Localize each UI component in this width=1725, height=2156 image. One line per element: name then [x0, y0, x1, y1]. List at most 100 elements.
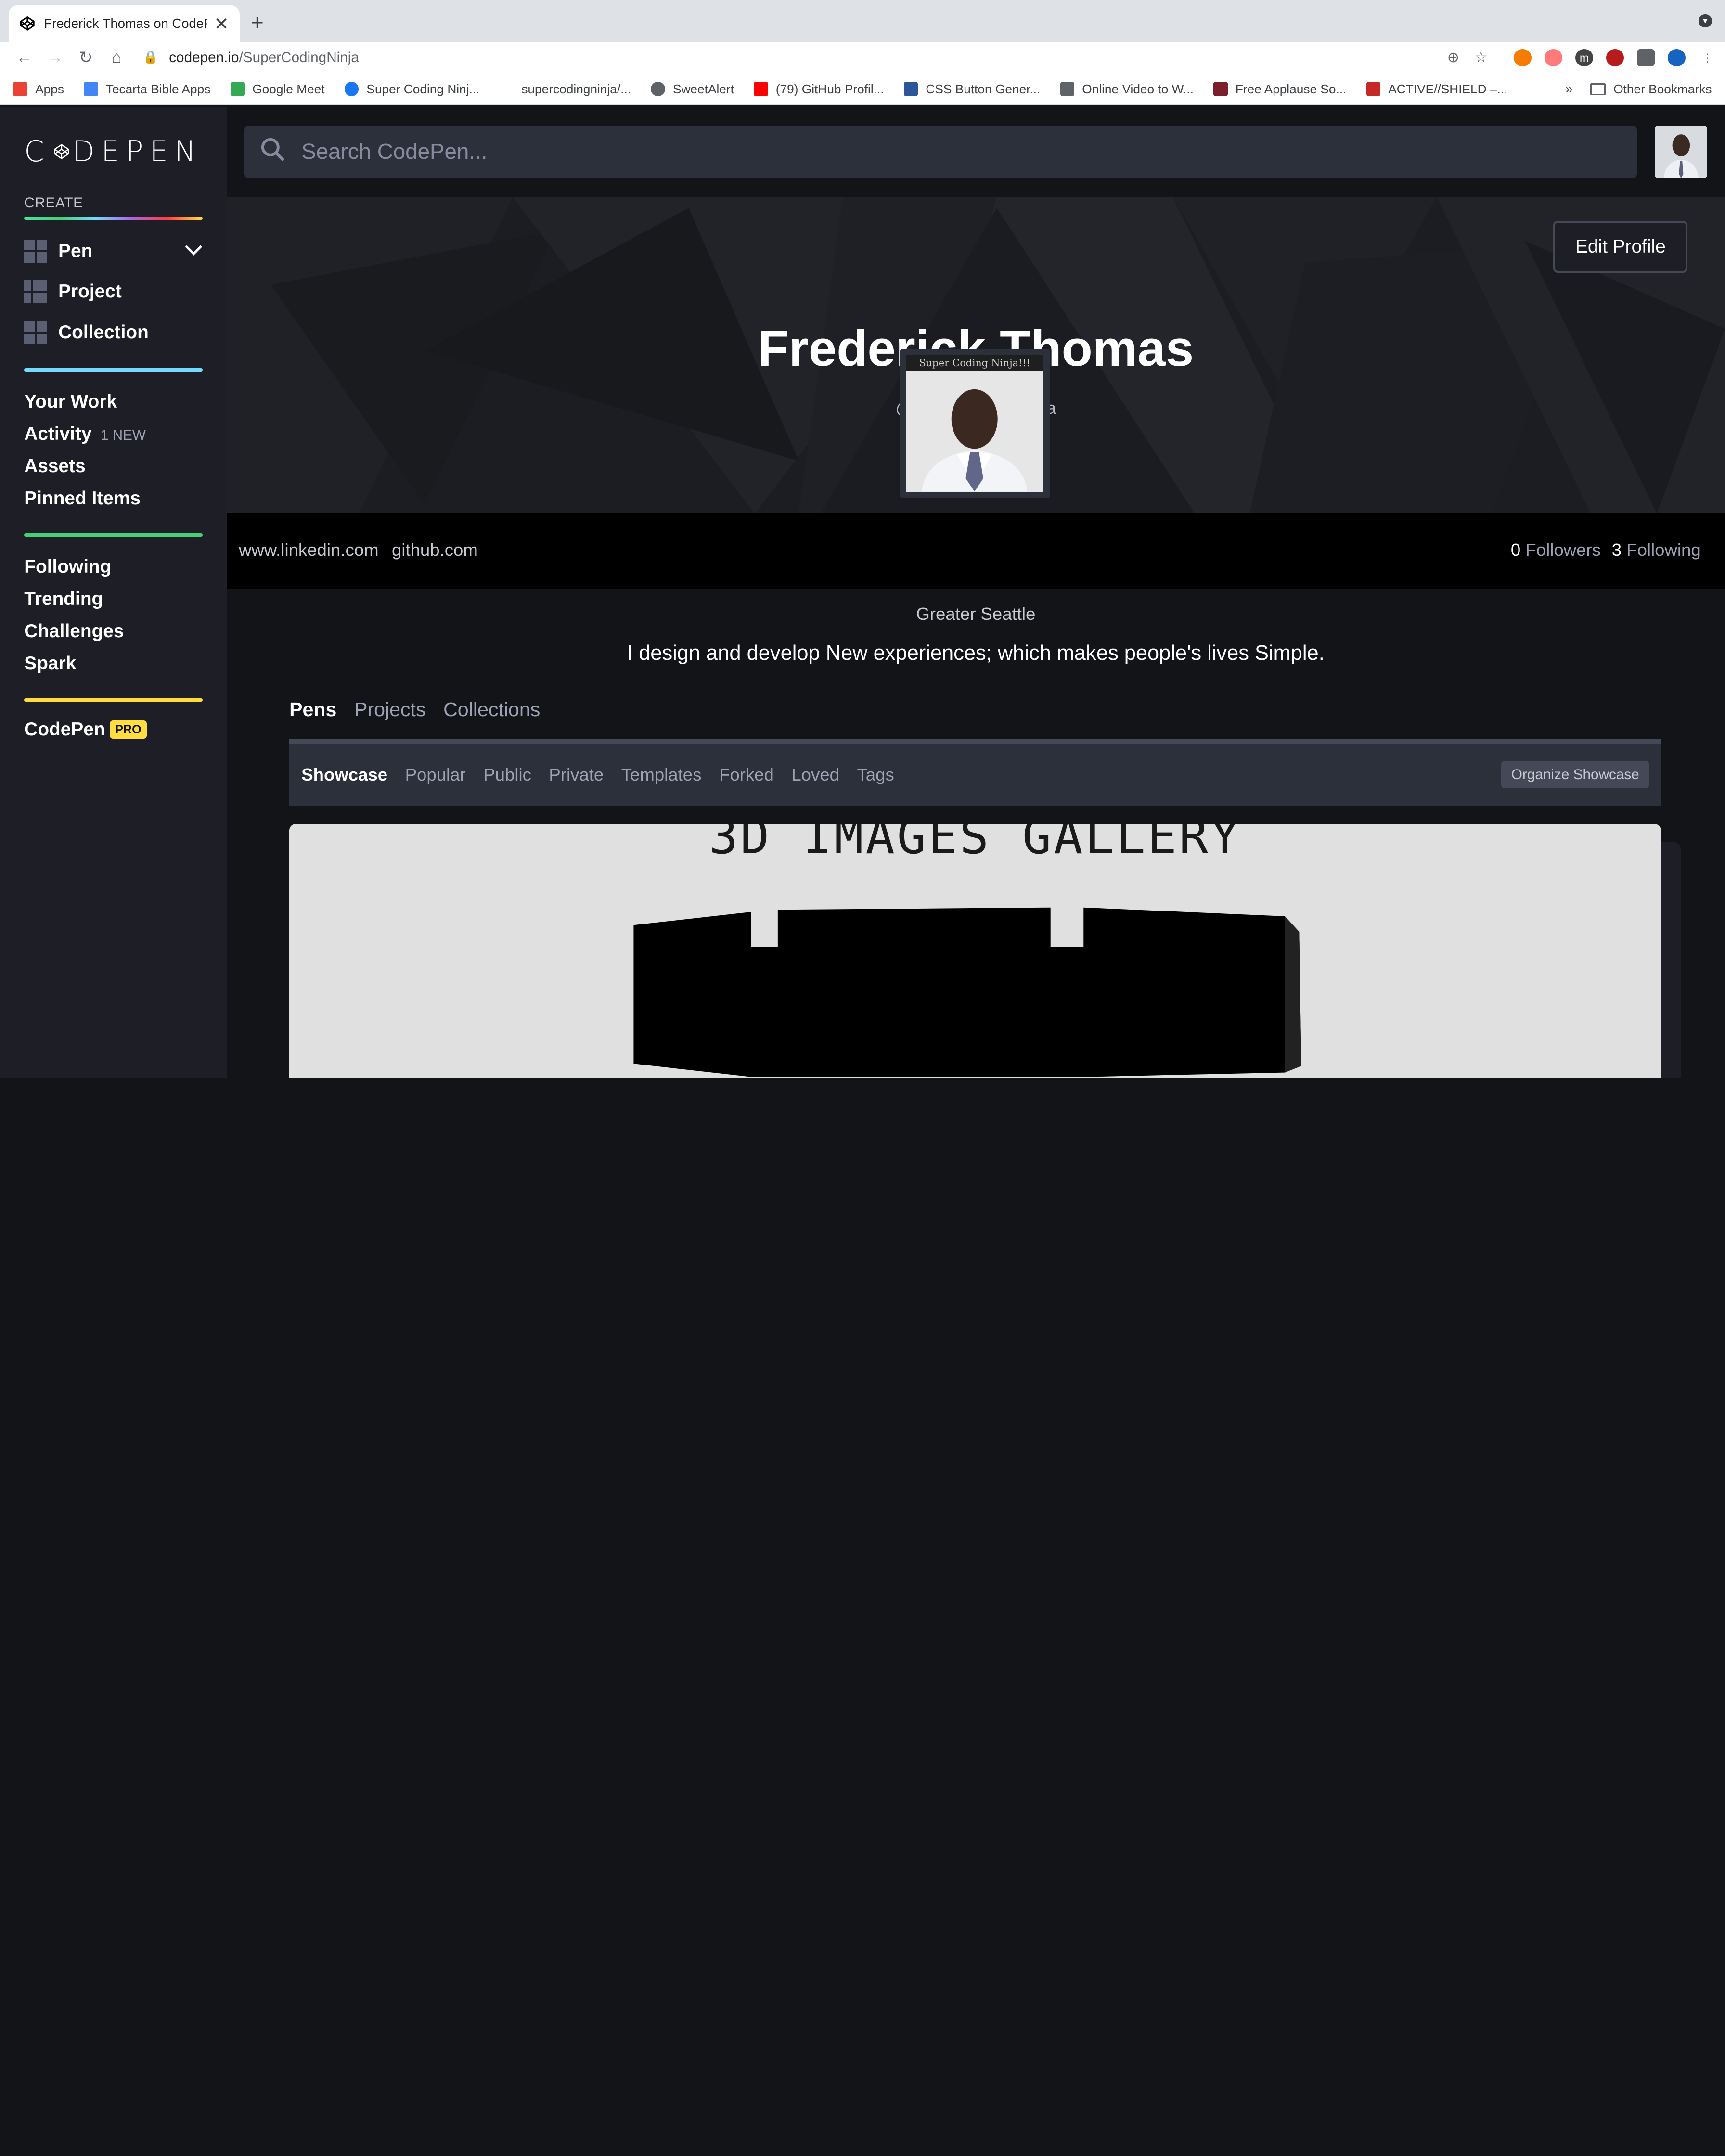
nav-pinned-items[interactable]: Pinned Items — [24, 488, 202, 509]
bookmark-item[interactable]: (79) GitHub Profil... — [754, 82, 884, 97]
tab-collections[interactable]: Collections — [443, 698, 540, 721]
bookmark-favicon-icon — [499, 82, 514, 97]
nav-your-work[interactable]: Your Work — [24, 391, 202, 412]
address-bar[interactable]: 🔒 codepen.io/SuperCodingNinja ⊕ ☆ — [136, 43, 1499, 72]
showcase-title: 3D IMAGES GALLERY — [708, 823, 1242, 865]
bookmark-item[interactable]: Free Applause So... — [1213, 82, 1346, 97]
showcase-pen-preview[interactable]: 3D IMAGES GALLERY — [289, 823, 1661, 1078]
extension-1-icon[interactable] — [1514, 49, 1532, 67]
bookmark-item[interactable]: Online Video to W... — [1060, 82, 1194, 97]
followers-link[interactable]: 0 Followers — [1511, 540, 1601, 560]
section-divider — [24, 698, 203, 702]
nav-activity[interactable]: Activity 1 NEW — [24, 424, 202, 445]
search-input[interactable] — [301, 139, 1622, 165]
nav-spark[interactable]: Spark — [24, 653, 202, 674]
create-pen-button[interactable]: Pen — [24, 239, 203, 263]
search-icon — [259, 136, 286, 167]
subtab-loved[interactable]: Loved — [791, 765, 839, 785]
project-icon — [24, 280, 48, 304]
sidebar: C DEPEN CREATE Pen Project Collection Yo… — [0, 106, 227, 1078]
linkedin-link[interactable]: www.linkedin.com — [239, 540, 379, 560]
subtab-popular[interactable]: Popular — [405, 765, 466, 785]
create-collection-button[interactable]: Collection — [24, 321, 202, 345]
avatar-caption: Super Coding Ninja!!! — [906, 355, 1043, 371]
profile-avatar[interactable]: Super Coding Ninja!!! — [900, 348, 1050, 499]
subtab-private[interactable]: Private — [549, 765, 604, 785]
profile-bio: I design and develop New experiences; wh… — [627, 642, 1325, 665]
youtube-icon — [754, 82, 768, 97]
more-bookmarks-icon[interactable]: » — [1565, 81, 1572, 97]
other-bookmarks[interactable]: Other Bookmarks — [1613, 82, 1712, 97]
following-link[interactable]: 3 Following — [1612, 540, 1701, 560]
extension-4-icon[interactable] — [1606, 49, 1624, 67]
bookmark-item[interactable]: ACTIVE//SHIELD –... — [1366, 82, 1507, 97]
back-icon[interactable]: ← — [9, 48, 39, 67]
bookmark-item[interactable]: Tecarta Bible Apps — [84, 82, 210, 97]
browser-menu-icon[interactable]: ⋮ — [1699, 49, 1716, 67]
apps-grid-icon — [13, 82, 28, 97]
bookmark-item[interactable]: Apps — [13, 82, 64, 97]
chevron-down-icon[interactable] — [185, 242, 203, 260]
tab-projects[interactable]: Projects — [354, 698, 426, 721]
collection-icon — [24, 321, 48, 345]
extension-3-icon[interactable]: m — [1575, 49, 1593, 67]
lock-icon: 🔒 — [143, 51, 158, 64]
bookmarks-bar: Apps Tecarta Bible Apps Google Meet Supe… — [0, 74, 1725, 106]
new-badge: 1 NEW — [100, 427, 146, 444]
puzzle-icon[interactable] — [1637, 49, 1655, 67]
bookmark-item[interactable]: CSS Button Gener... — [903, 82, 1040, 97]
subtab-forked[interactable]: Forked — [719, 765, 774, 785]
browser-tabbar: Frederick Thomas on CodePen ✕ + ▾ — [0, 0, 1725, 42]
pen-icon — [24, 239, 48, 263]
create-project-button[interactable]: Project — [24, 280, 202, 304]
bookmark-favicon-icon — [84, 82, 98, 97]
showcase-card-shadow — [1661, 841, 1681, 1078]
bookmark-star-icon[interactable]: ☆ — [1475, 49, 1488, 66]
user-avatar-button[interactable] — [1654, 125, 1708, 179]
folder-icon — [1590, 83, 1606, 95]
content-tabs: Pens Projects Collections — [289, 698, 1725, 721]
bookmark-favicon-icon — [1060, 82, 1075, 97]
url-host: codepen.io — [169, 49, 239, 65]
bookmark-item[interactable]: Google Meet — [230, 82, 325, 97]
tab-search-icon[interactable]: ▾ — [1699, 14, 1712, 28]
home-icon[interactable]: ⌂ — [101, 48, 132, 67]
bookmark-favicon-icon — [344, 82, 359, 97]
subtab-public[interactable]: Public — [483, 765, 531, 785]
forward-icon[interactable]: → — [39, 48, 70, 67]
reload-icon[interactable]: ↻ — [70, 48, 101, 67]
bookmark-item[interactable]: SweetAlert — [651, 82, 734, 97]
search-box[interactable] — [244, 125, 1637, 179]
tab-pens[interactable]: Pens — [289, 698, 336, 721]
zoom-icon[interactable]: ⊕ — [1447, 49, 1459, 66]
browser-tab[interactable]: Frederick Thomas on CodePen ✕ — [9, 5, 240, 42]
bookmark-item[interactable]: Super Coding Ninj... — [344, 82, 479, 97]
create-label: CREATE — [24, 194, 83, 211]
nav-challenges[interactable]: Challenges — [24, 621, 202, 642]
pro-badge: PRO — [109, 720, 147, 739]
extension-2-icon[interactable] — [1545, 49, 1562, 67]
nav-following[interactable]: Following — [24, 556, 202, 578]
codepen-pro-link[interactable]: CodePen PRO — [24, 719, 202, 740]
bookmark-item[interactable]: supercodingninja/... — [499, 82, 631, 97]
organize-showcase-button[interactable]: Organize Showcase — [1501, 761, 1649, 789]
profile-flag-icon[interactable] — [1668, 49, 1686, 67]
codepen-logo[interactable]: C DEPEN — [24, 135, 202, 168]
edit-profile-button[interactable]: Edit Profile — [1553, 221, 1688, 273]
nav-trending[interactable]: Trending — [24, 589, 202, 610]
bookmark-favicon-icon — [1366, 82, 1381, 97]
section-divider — [24, 368, 203, 372]
subtab-tags[interactable]: Tags — [857, 765, 894, 785]
url-path: /SuperCodingNinja — [239, 49, 359, 65]
browser-toolbar: ← → ↻ ⌂ 🔒 codepen.io/SuperCodingNinja ⊕ … — [0, 41, 1725, 74]
nav-assets[interactable]: Assets — [24, 456, 202, 477]
new-tab-icon[interactable]: + — [251, 10, 264, 35]
pen-filter-tabs: Showcase Popular Public Private Template… — [289, 738, 1661, 806]
subtab-showcase[interactable]: Showcase — [301, 765, 387, 785]
bookmark-favicon-icon — [1213, 82, 1228, 97]
github-link[interactable]: github.com — [392, 540, 478, 560]
section-divider — [24, 533, 203, 537]
subtab-templates[interactable]: Templates — [621, 765, 702, 785]
main-content: Edit Profile Frederick Thomas @SuperCodi… — [226, 106, 1725, 1078]
close-tab-icon[interactable]: ✕ — [214, 13, 229, 34]
